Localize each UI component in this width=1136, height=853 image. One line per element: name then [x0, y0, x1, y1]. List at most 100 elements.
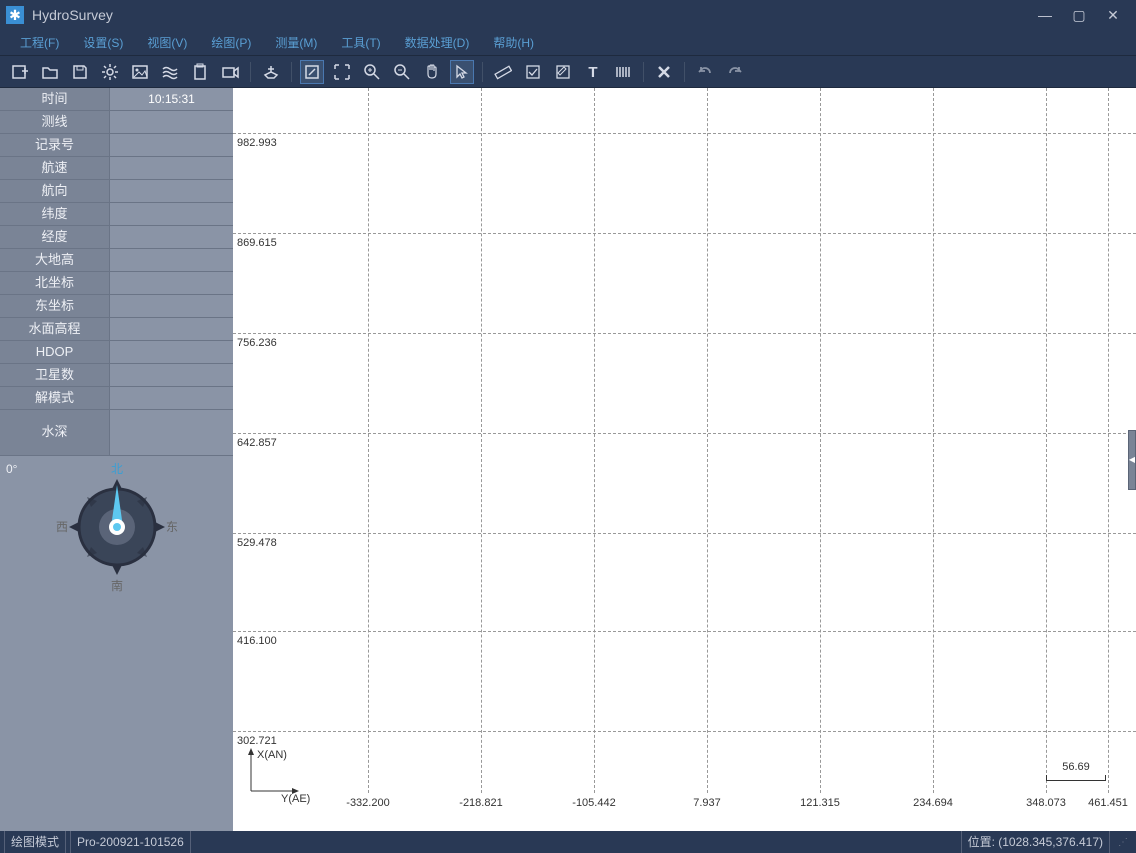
- info-row: HDOP: [0, 341, 233, 364]
- info-value: [110, 364, 233, 386]
- info-label: 东坐标: [0, 295, 110, 317]
- new-project-icon[interactable]: [8, 60, 32, 84]
- app-title: HydroSurvey: [32, 7, 1036, 23]
- info-label: 水面高程: [0, 318, 110, 340]
- ruler-icon[interactable]: [491, 60, 515, 84]
- compass-degree: 0°: [6, 462, 17, 476]
- ship-icon[interactable]: [259, 60, 283, 84]
- canvas[interactable]: 982.993 869.615 756.236 642.857 529.478 416.1…: [233, 88, 1136, 831]
- sidebar: 时间10:15:31测线记录号航速航向纬度经度大地高北坐标东坐标水面高程HDOP…: [0, 88, 233, 831]
- app-logo: ✱: [6, 6, 24, 24]
- info-label: HDOP: [0, 341, 110, 363]
- close-button[interactable]: ✕: [1104, 7, 1122, 24]
- info-value: [110, 249, 233, 271]
- info-label: 记录号: [0, 134, 110, 156]
- info-value: [110, 272, 233, 294]
- menu-item[interactable]: 视图(V): [135, 30, 199, 55]
- grid-label-y: 982.993: [237, 137, 277, 149]
- grid-label-x: -332.200: [346, 797, 389, 809]
- status-project: Pro-200921-101526: [70, 831, 191, 853]
- grid-label-y: 869.615: [237, 237, 277, 249]
- statusbar: 绘图模式 Pro-200921-101526 位置: (1028.345,376…: [0, 831, 1136, 853]
- info-label: 纬度: [0, 203, 110, 225]
- menu-item[interactable]: 绘图(P): [199, 30, 263, 55]
- grid-label-y: 416.100: [237, 635, 277, 647]
- grid-label-x: 348.073: [1026, 797, 1066, 809]
- info-label: 北坐标: [0, 272, 110, 294]
- maximize-button[interactable]: ▢: [1070, 7, 1088, 24]
- info-row: 记录号: [0, 134, 233, 157]
- svg-text:Y(AE): Y(AE): [281, 793, 310, 805]
- clipboard-icon[interactable]: [188, 60, 212, 84]
- menubar: 工程(F)设置(S)视图(V)绘图(P)测量(M)工具(T)数据处理(D)帮助(…: [0, 30, 1136, 56]
- menu-item[interactable]: 数据处理(D): [393, 30, 482, 55]
- resize-grip-icon[interactable]: ⋰: [1114, 837, 1132, 848]
- menu-item[interactable]: 工具(T): [329, 30, 392, 55]
- minimize-button[interactable]: —: [1036, 7, 1054, 24]
- info-row: 卫星数: [0, 364, 233, 387]
- camera-icon[interactable]: [218, 60, 242, 84]
- info-label: 卫星数: [0, 364, 110, 386]
- grid-label-y: 529.478: [237, 537, 277, 549]
- svg-text:T: T: [588, 64, 597, 81]
- compass-w-icon: 西: [55, 520, 67, 534]
- info-table: 时间10:15:31测线记录号航速航向纬度经度大地高北坐标东坐标水面高程HDOP…: [0, 88, 233, 456]
- grid-line-v: [707, 88, 708, 793]
- settings-gear-icon[interactable]: [98, 60, 122, 84]
- menu-item[interactable]: 设置(S): [71, 30, 135, 55]
- grid-line-v: [481, 88, 482, 793]
- grid-line-v: [594, 88, 595, 793]
- info-value: [110, 203, 233, 225]
- barcode-icon[interactable]: [611, 60, 635, 84]
- info-row: 航速: [0, 157, 233, 180]
- image-icon[interactable]: [128, 60, 152, 84]
- open-icon[interactable]: [38, 60, 62, 84]
- grid-label-y: 642.857: [237, 437, 277, 449]
- compass-s-icon: 南: [110, 578, 122, 592]
- svg-text:X(AN): X(AN): [257, 749, 287, 761]
- text-icon[interactable]: T: [581, 60, 605, 84]
- info-value: [110, 410, 233, 455]
- right-panel-handle[interactable]: ◀: [1128, 430, 1136, 490]
- grid-label-x: 121.315: [800, 797, 840, 809]
- layers-icon[interactable]: [158, 60, 182, 84]
- grid-line-v: [368, 88, 369, 793]
- pan-hand-icon[interactable]: [420, 60, 444, 84]
- compass-n-icon: 北: [110, 462, 122, 476]
- redo-icon[interactable]: [723, 60, 747, 84]
- titlebar: ✱ HydroSurvey — ▢ ✕: [0, 0, 1136, 30]
- edit-check-icon[interactable]: [521, 60, 545, 84]
- info-row: 水深: [0, 410, 233, 456]
- status-position: 位置: (1028.345,376.417): [961, 831, 1110, 853]
- info-row: 经度: [0, 226, 233, 249]
- info-label: 时间: [0, 88, 110, 110]
- compass: 北 南 东 西: [52, 462, 182, 592]
- zoom-in-icon[interactable]: [360, 60, 384, 84]
- info-value: [110, 111, 233, 133]
- info-value: [110, 134, 233, 156]
- info-row: 测线: [0, 111, 233, 134]
- menu-item[interactable]: 工程(F): [8, 30, 71, 55]
- axis-indicator: X(AN) Y(AE): [241, 746, 311, 809]
- info-value: [110, 180, 233, 202]
- zoom-out-icon[interactable]: [390, 60, 414, 84]
- grid-label-x: 234.694: [913, 797, 953, 809]
- info-value: [110, 387, 233, 409]
- undo-icon[interactable]: [693, 60, 717, 84]
- save-icon[interactable]: [68, 60, 92, 84]
- info-row: 时间10:15:31: [0, 88, 233, 111]
- menu-item[interactable]: 测量(M): [263, 30, 329, 55]
- info-label: 测线: [0, 111, 110, 133]
- expand-icon[interactable]: [330, 60, 354, 84]
- info-value: [110, 318, 233, 340]
- delete-x-icon[interactable]: [652, 60, 676, 84]
- pointer-icon[interactable]: [450, 60, 474, 84]
- edit-square-icon[interactable]: [300, 60, 324, 84]
- info-row: 东坐标: [0, 295, 233, 318]
- menu-item[interactable]: 帮助(H): [481, 30, 546, 55]
- info-row: 大地高: [0, 249, 233, 272]
- info-value: [110, 341, 233, 363]
- grid-label-y: 756.236: [237, 337, 277, 349]
- status-mode: 绘图模式: [4, 831, 66, 853]
- edit-pencil-icon[interactable]: [551, 60, 575, 84]
